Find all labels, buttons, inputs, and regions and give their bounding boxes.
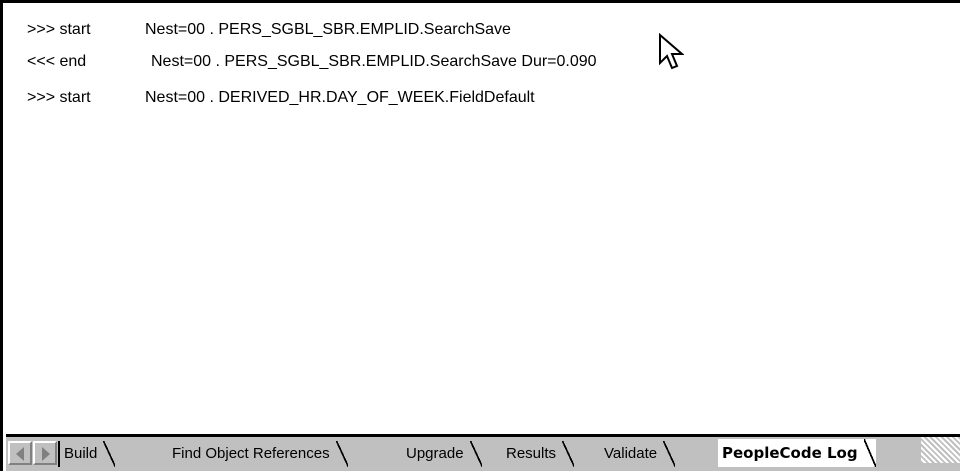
- tab-label: Build: [64, 445, 98, 462]
- tab-label: Find Object References: [172, 445, 330, 462]
- log-line-text: Nest=00 . DERIVED_HR.DAY_OF_WEEK.FieldDe…: [145, 89, 535, 106]
- tab-label: Validate: [604, 445, 658, 462]
- tab-build[interactable]: Build: [58, 441, 116, 467]
- tab-label: Results: [506, 445, 557, 462]
- log-line: >>> start Nest=00 . PERS_SGBL_SBR.EMPLID.…: [27, 19, 511, 41]
- tab-peoplecode-log[interactable]: PeopleCode Log: [718, 439, 876, 467]
- log-line: <<< end Nest=00 . PERS_SGBL_SBR.EMPLID.Se…: [27, 51, 597, 73]
- tab-validate[interactable]: Validate: [600, 441, 676, 467]
- peoplecode-log-pane[interactable]: >>> start Nest=00 . PERS_SGBL_SBR.EMPLID.…: [6, 6, 960, 433]
- tab-upgrade[interactable]: Upgrade: [402, 441, 482, 467]
- log-line-kind: >>> start: [27, 21, 91, 38]
- scroll-tabs-right-button[interactable]: [33, 441, 57, 465]
- tab-strip: Build Find Object References Upgrade Res…: [6, 437, 960, 471]
- scroll-tabs-left-button[interactable]: [8, 441, 32, 465]
- tab-find-object-references[interactable]: Find Object References: [168, 441, 348, 467]
- mouse-pointer-icon: [659, 33, 684, 70]
- triangle-left-icon: [16, 447, 24, 461]
- log-line-text: Nest=00 . PERS_SGBL_SBR.EMPLID.SearchSav…: [151, 53, 597, 70]
- log-line-kind: >>> start: [27, 89, 91, 106]
- log-line-kind: <<< end: [27, 53, 87, 70]
- log-line-text: Nest=00 . PERS_SGBL_SBR.EMPLID.SearchSav…: [145, 21, 511, 38]
- tab-results[interactable]: Results: [502, 441, 575, 467]
- log-line: >>> start Nest=00 . DERIVED_HR.DAY_OF_WEE…: [27, 87, 535, 109]
- tab-label: PeopleCode Log: [722, 444, 858, 462]
- triangle-right-icon: [42, 447, 50, 461]
- tab-bar: Build Find Object References Upgrade Res…: [6, 433, 960, 471]
- output-window: >>> start Nest=00 . PERS_SGBL_SBR.EMPLID.…: [0, 0, 960, 471]
- tab-label: Upgrade: [406, 445, 464, 462]
- tab-strip-filler: [921, 437, 960, 463]
